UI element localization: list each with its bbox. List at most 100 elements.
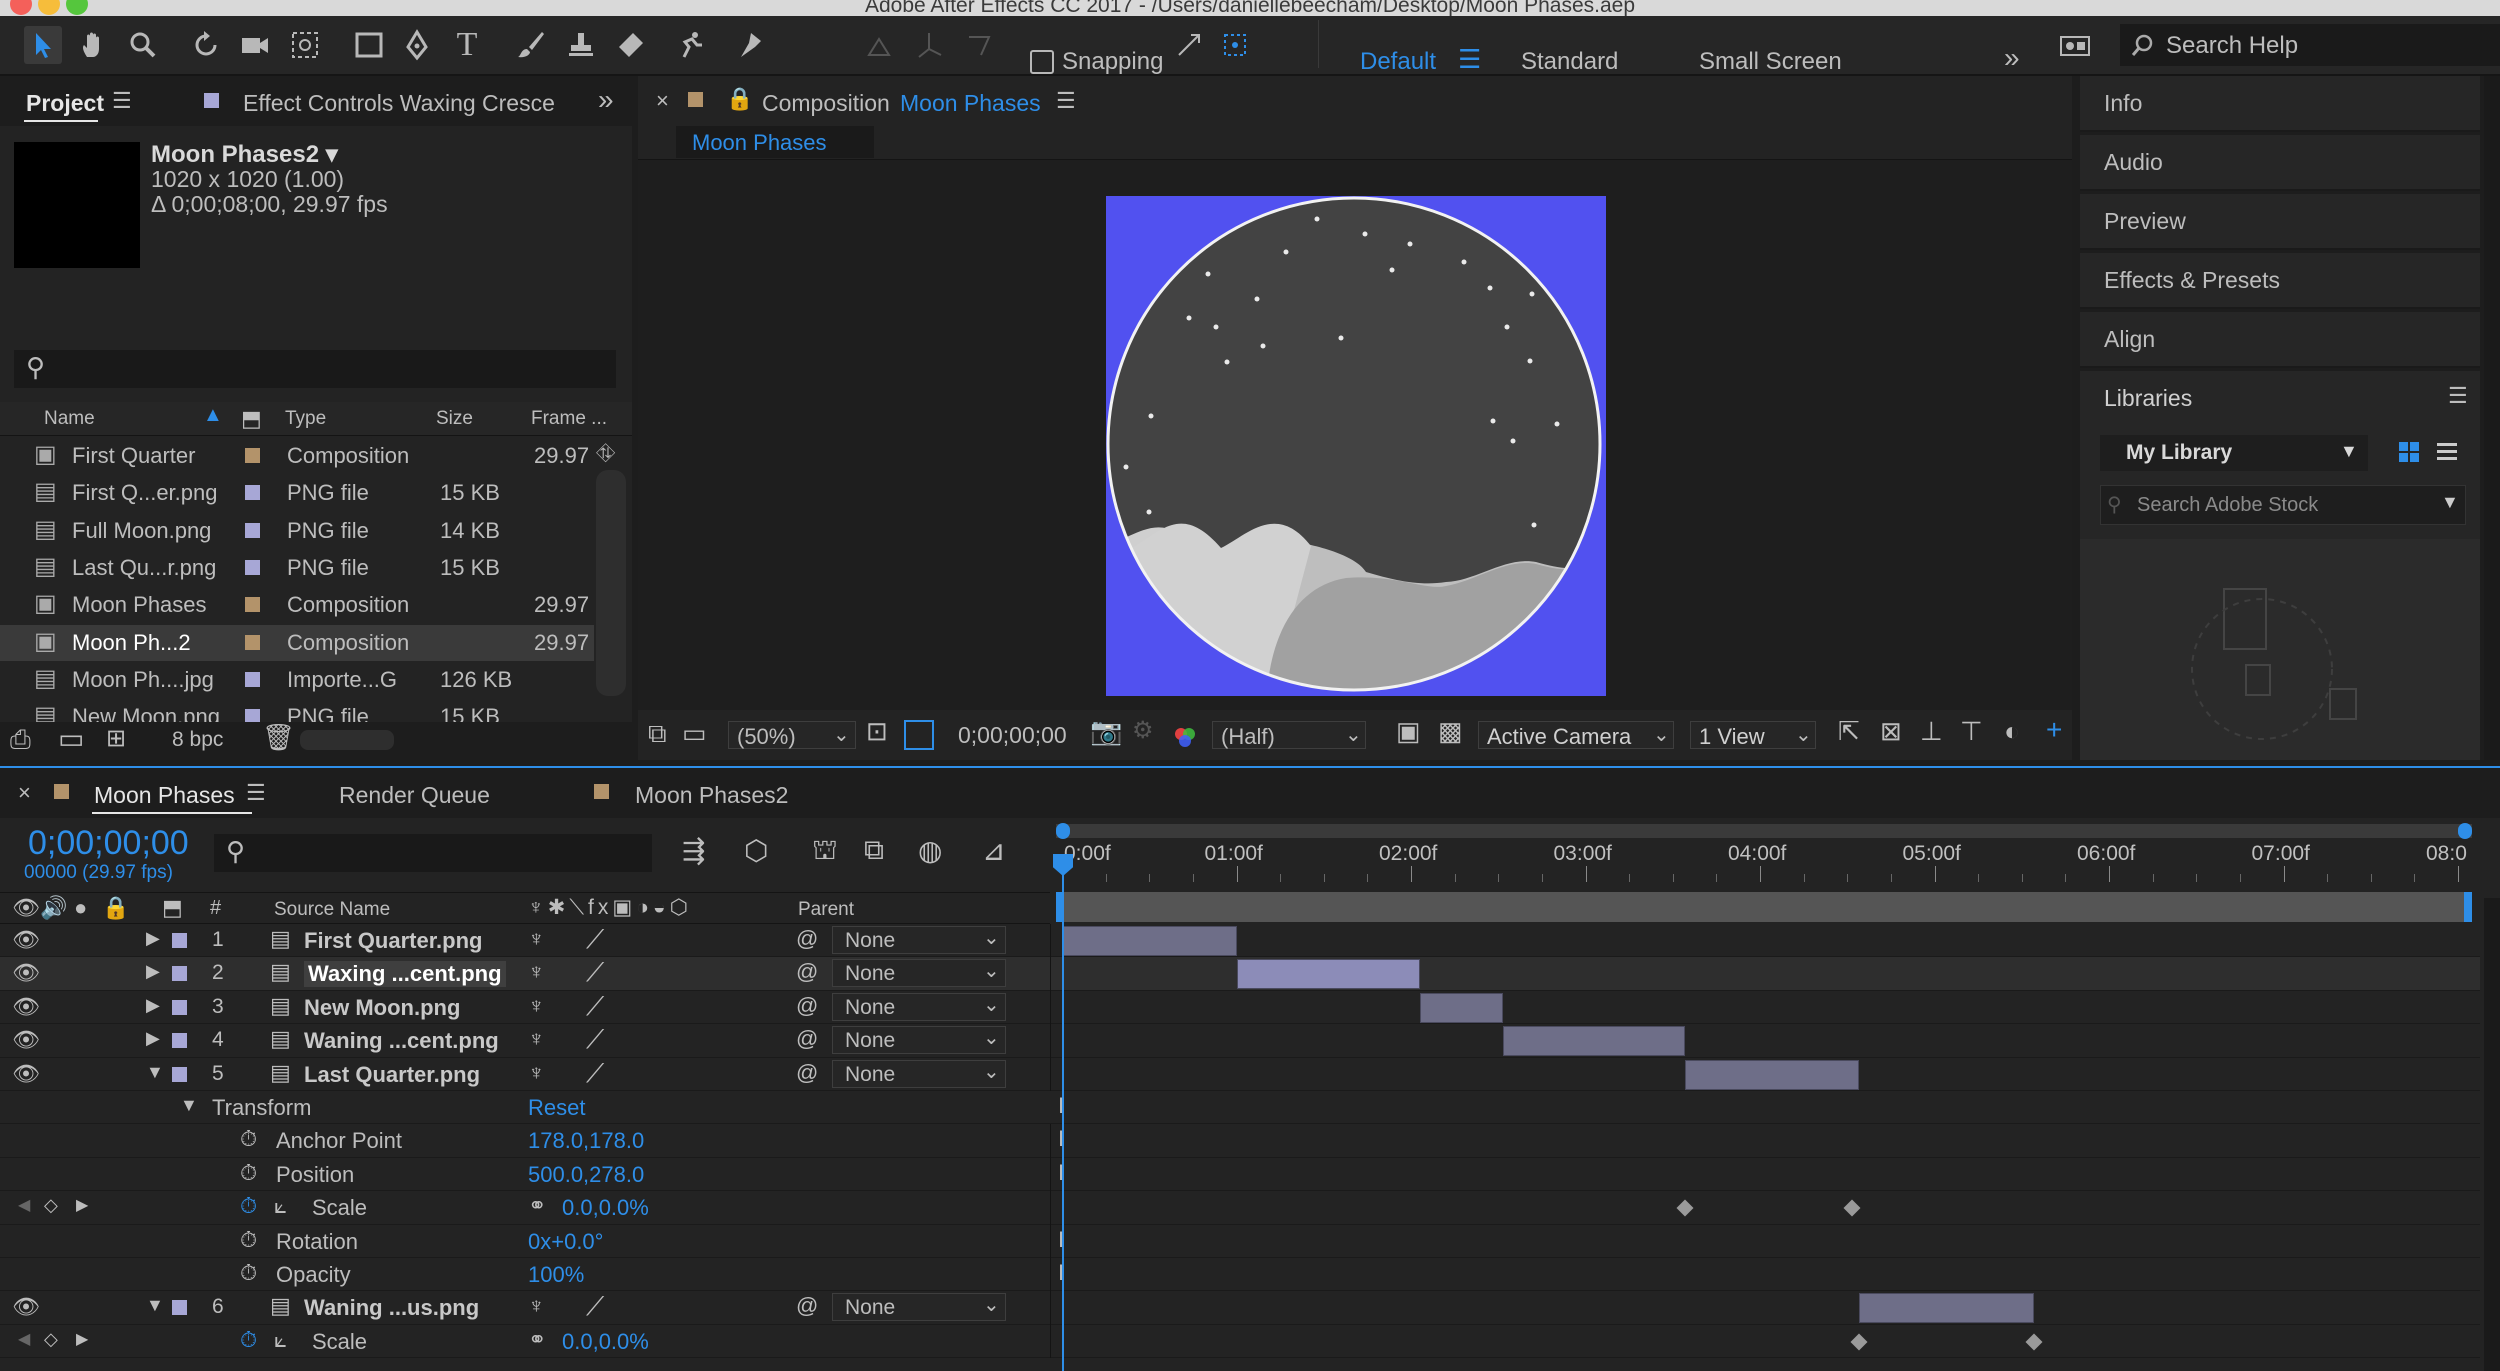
composition-mini-flowchart-icon[interactable]: ⇶: [682, 834, 705, 867]
right-panels-scrollbar[interactable]: [2484, 76, 2500, 760]
parent-pickwhip-icon[interactable]: @: [796, 993, 818, 1019]
label-swatch[interactable]: [172, 1033, 187, 1049]
fast-previews-icon[interactable]: ▣: [1396, 716, 1421, 747]
layer-duration-bar[interactable]: [1684, 1059, 1860, 1090]
panel-effects-presets[interactable]: Effects & Presets: [2080, 253, 2480, 309]
quality-switch-icon[interactable]: ⟋: [586, 957, 604, 989]
keyframe[interactable]: [1850, 1333, 1868, 1351]
zoom-tool-icon[interactable]: [124, 26, 162, 64]
show-snapshot-icon[interactable]: ⚙: [1132, 716, 1154, 745]
eye-icon[interactable]: 👁: [12, 1294, 40, 1320]
panel-overflow-icon[interactable]: »: [598, 84, 614, 116]
parent-dropdown[interactable]: None ⌄: [832, 1026, 1006, 1055]
clone-stamp-tool-icon[interactable]: [562, 26, 600, 64]
new-composition-icon[interactable]: ⊞: [106, 724, 126, 753]
pan-behind-tool-icon[interactable]: [286, 26, 324, 64]
keyframe[interactable]: [2025, 1333, 2043, 1351]
parent-dropdown[interactable]: None ⌄: [832, 992, 1006, 1021]
quality-switch-icon[interactable]: ⟋: [586, 924, 604, 956]
property-value[interactable]: 0.0,0.0%: [562, 1329, 649, 1355]
parent-dropdown[interactable]: None ⌄: [832, 1293, 1006, 1322]
snapshot-camera-icon[interactable]: 📷: [1090, 716, 1122, 747]
add-viewer-icon[interactable]: +: [2046, 714, 2062, 746]
transparency-grid-icon[interactable]: ▩: [1438, 716, 1463, 747]
keyframe[interactable]: [1676, 1199, 1694, 1217]
close-tab-icon[interactable]: ×: [656, 88, 669, 114]
layer-row[interactable]: 👁 ▶ 3 ▤ New Moon.png ♆ ⟋ @ None ⌄: [0, 990, 2480, 1025]
add-keyframe-icon[interactable]: ◇: [44, 1329, 58, 1350]
next-keyframe-icon[interactable]: ▶: [76, 1195, 88, 1215]
snap-edge-icon[interactable]: [1170, 26, 1208, 64]
always-preview-icon[interactable]: ⧉: [648, 718, 667, 750]
column-type[interactable]: Type: [285, 408, 326, 430]
hand-tool-icon[interactable]: [74, 26, 112, 64]
tab-effect-controls[interactable]: Effect Controls Waxing Cresce: [243, 90, 555, 117]
project-item[interactable]: ▤ Moon Ph....jpg Importe...G 126 KB: [0, 662, 594, 698]
parent-pickwhip-icon[interactable]: @: [796, 1060, 818, 1086]
camera-view-dropdown[interactable]: Active Camera ⌄: [1478, 721, 1674, 749]
layer-duration-bar[interactable]: [1419, 992, 1504, 1023]
tab-project[interactable]: Project: [26, 90, 104, 117]
keyframe[interactable]: [1843, 1199, 1861, 1217]
work-area-bar[interactable]: [1056, 892, 2472, 922]
flow-tab-moon-phases[interactable]: Moon Phases: [676, 126, 874, 158]
layer-row[interactable]: 👁 ▶ 1 ▤ First Quarter.png ♆ ⟋ @ None ⌄: [0, 924, 2480, 958]
search-help-field[interactable]: Search Help: [2120, 24, 2500, 66]
roto-brush-tool-icon[interactable]: [672, 26, 710, 64]
next-keyframe-icon[interactable]: ▶: [76, 1329, 88, 1349]
parent-pickwhip-icon[interactable]: @: [796, 926, 818, 952]
snap-feature-icon[interactable]: [1216, 26, 1254, 64]
stopwatch-icon[interactable]: ⏱: [240, 1260, 257, 1286]
composition-viewer[interactable]: [1106, 196, 1606, 696]
draft-3d-icon[interactable]: ⬡: [744, 834, 768, 867]
twirl-arrow-icon[interactable]: ▶: [146, 928, 160, 949]
eye-icon[interactable]: 👁: [12, 927, 40, 953]
timeline-link-icon[interactable]: ⊥: [1920, 716, 1943, 747]
workspace-menu-icon[interactable]: ☰: [1458, 44, 1481, 75]
search-adobe-stock-input[interactable]: ⚲ Search Adobe Stock ▼: [2100, 485, 2466, 525]
horizontal-scrollbar[interactable]: [300, 730, 394, 750]
exposure-icon[interactable]: ◐: [2004, 716, 2020, 747]
layer-name[interactable]: Last Quarter.png: [304, 1062, 480, 1088]
prev-keyframe-icon[interactable]: ◀: [18, 1195, 30, 1215]
monitor-icon[interactable]: ▭: [682, 718, 707, 749]
shy-switch-icon[interactable]: ♆: [528, 1060, 545, 1086]
property-value[interactable]: 100%: [528, 1262, 584, 1288]
quality-switch-icon[interactable]: ⟋: [586, 1291, 604, 1323]
region-of-interest-icon[interactable]: [904, 720, 934, 750]
panel-align[interactable]: Align: [2080, 312, 2480, 368]
frame-blending-icon[interactable]: ⧉: [864, 834, 884, 867]
layer-name[interactable]: New Moon.png: [304, 995, 460, 1021]
twirl-arrow-icon[interactable]: ▶: [146, 961, 160, 982]
trash-icon[interactable]: 🗑: [262, 722, 295, 753]
add-keyframe-icon[interactable]: ◇: [44, 1195, 58, 1216]
tab-moon-phases2[interactable]: Moon Phases2: [635, 782, 788, 809]
stopwatch-icon[interactable]: ⏱: [240, 1126, 257, 1152]
puppet-pin-tool-icon[interactable]: [732, 26, 770, 64]
layer-row[interactable]: 👁 ▶ 4 ▤ Waning ...cent.png ♆ ⟋ @ None ⌄: [0, 1024, 2480, 1058]
pen-tool-icon[interactable]: [398, 26, 436, 64]
reset-link[interactable]: Reset: [528, 1095, 585, 1121]
composition-menu-icon[interactable]: ☰: [1056, 88, 1076, 114]
tab-render-queue[interactable]: Render Queue: [339, 782, 490, 809]
property-value[interactable]: 0.0,0.0%: [562, 1195, 649, 1221]
interpret-footage-icon[interactable]: ⎙: [10, 724, 31, 756]
layer-name[interactable]: Waxing ...cent.png: [304, 961, 506, 988]
type-tool-icon[interactable]: T: [448, 26, 486, 64]
parent-pickwhip-icon[interactable]: @: [796, 959, 818, 985]
resolution-dropdown[interactable]: (Half) ⌄: [1212, 721, 1366, 749]
label-swatch[interactable]: [172, 966, 187, 982]
layer-duration-bar[interactable]: [1236, 959, 1420, 990]
timeline-current-time[interactable]: 0;00;00;00: [28, 824, 189, 863]
project-scrollbar[interactable]: [596, 470, 626, 696]
property-value[interactable]: 178.0,178.0: [528, 1128, 644, 1154]
twirl-arrow-icon[interactable]: ▼: [146, 1062, 164, 1083]
preview-item-name[interactable]: Moon Phases2 ▾: [151, 140, 338, 169]
column-name[interactable]: Name: [44, 408, 95, 430]
selection-tool-icon[interactable]: [24, 26, 62, 64]
graph-editor-icon[interactable]: ⊿: [982, 834, 1005, 867]
snapping-checkbox[interactable]: [1030, 50, 1054, 74]
list-view-icon[interactable]: [2436, 441, 2458, 463]
label-swatch[interactable]: [172, 1066, 187, 1082]
prev-keyframe-icon[interactable]: ◀: [18, 1329, 30, 1349]
